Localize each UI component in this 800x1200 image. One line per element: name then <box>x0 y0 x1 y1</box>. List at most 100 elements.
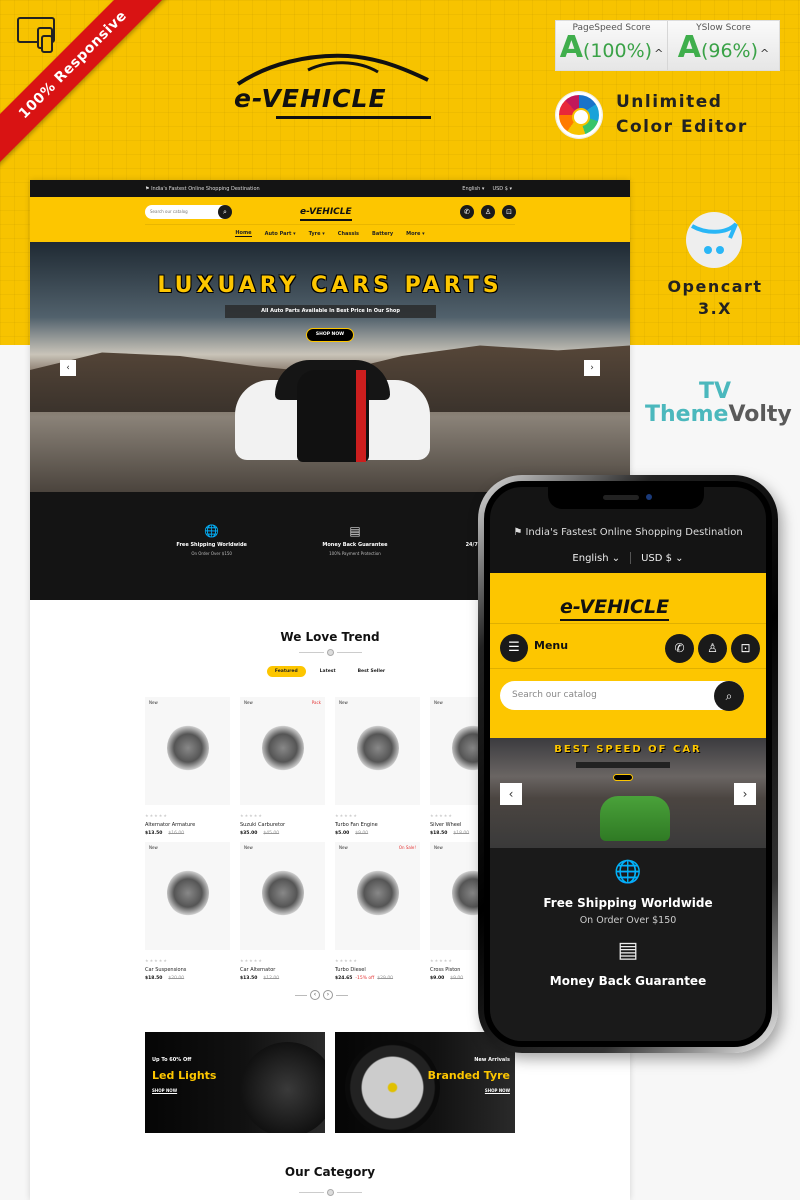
site-logo[interactable]: e-VEHICLE <box>300 205 352 221</box>
bag-icon: ⊡ <box>740 641 751 655</box>
vendor-name-b: Volty <box>728 402 792 427</box>
product-tag: On Sale! <box>398 845 416 850</box>
mobile-logo[interactable]: e-VEHICLE <box>560 595 670 621</box>
mobile-currency-select[interactable]: USD $ ⌄ <box>641 553 683 564</box>
auto-part-image <box>167 725 209 771</box>
slider-next-button[interactable]: › <box>584 360 600 376</box>
new-badge: New <box>149 845 158 850</box>
green-car-image <box>600 796 670 841</box>
product-name[interactable]: Suzuki Carburetor <box>240 822 325 828</box>
caret-up-icon: ^ <box>760 47 770 60</box>
mobile-language-select[interactable]: English ⌄ <box>572 553 620 564</box>
nav-auto-part[interactable]: Auto Part ▾ <box>265 231 296 237</box>
product-image[interactable]: New On Sale! <box>335 842 420 950</box>
platform-version: 3.X <box>697 299 733 318</box>
hero-title: LUXUARY CARS PARTS <box>157 273 503 298</box>
banner-kicker: Up To 60% Off <box>152 1057 192 1063</box>
product-name[interactable]: Turbo Fan Engine <box>335 822 420 828</box>
tab-featured[interactable]: Featured <box>266 666 306 677</box>
nav-battery[interactable]: Battery <box>372 231 393 237</box>
language-select[interactable]: English ▾ <box>462 186 484 192</box>
rating-stars: ★★★★★ <box>240 958 263 963</box>
mobile-slider-next[interactable]: › <box>734 783 756 805</box>
nav-home[interactable]: Home <box>235 230 252 237</box>
product-image[interactable]: New <box>145 697 230 805</box>
pager-next-button[interactable]: › <box>323 990 333 1000</box>
product-image[interactable]: New <box>145 842 230 950</box>
nav-tyre[interactable]: Tyre ▾ <box>309 231 325 237</box>
cart-button[interactable]: ⊡ <box>502 205 516 219</box>
product-card[interactable]: New ★★★★★ Alternator Armature $13.50 $16.00 <box>145 697 230 836</box>
old-price: $12.00 <box>263 976 280 981</box>
feature-title: Free Shipping Worldwide <box>176 542 247 548</box>
currency-select[interactable]: USD $ ▾ <box>492 186 512 192</box>
product-name[interactable]: Car Alternator <box>240 967 325 973</box>
product-name[interactable]: Car Suspensions <box>145 967 230 973</box>
product-name[interactable]: Alternator Armature <box>145 822 230 828</box>
product-card[interactable]: New ★★★★★ Car Alternator $13.50 $12.00 <box>240 842 325 981</box>
rating-stars: ★★★★★ <box>240 813 263 818</box>
current-price: $9.00 <box>430 976 445 981</box>
banner-branded-tyre[interactable]: New Arrivals Branded Tyre SHOP NOW <box>335 1032 515 1133</box>
nav-more[interactable]: More ▾ <box>406 231 425 237</box>
tab-latest[interactable]: Latest <box>312 666 344 677</box>
phone-button[interactable]: ✆ <box>460 205 474 219</box>
product-price: $18.50 $20.00 <box>145 976 230 981</box>
category-title: Our Category <box>284 1165 376 1179</box>
phone-icon: ✆ <box>674 641 685 655</box>
product-name[interactable]: Turbo Diesel <box>335 967 420 973</box>
feature-item: ▤ Money Back Guarantee 100% Payment Prot… <box>295 524 415 600</box>
account-button[interactable]: ♙ <box>481 205 495 219</box>
auto-part-image <box>357 870 399 916</box>
auto-part-image <box>167 870 209 916</box>
product-card[interactable]: New ★★★★★ Turbo Fan Engine $5.00 $9.00 <box>335 697 420 836</box>
banner-shop-now-link[interactable]: SHOP NOW <box>428 1088 510 1093</box>
color-editor-line: Unlimited <box>616 92 723 112</box>
pager-prev-button[interactable]: ‹ <box>310 990 320 1000</box>
mobile-screen: ⚑ India's Fastest Online Shopping Destin… <box>484 481 772 1047</box>
mobile-phone-button[interactable]: ✆ <box>665 634 694 663</box>
banner-led-lights[interactable]: Up To 60% Off Led Lights SHOP NOW <box>145 1032 325 1133</box>
color-editor-text: Unlimited Color Editor <box>616 90 748 140</box>
mobile-shop-now-button[interactable] <box>613 774 633 781</box>
new-badge: New <box>434 845 443 850</box>
menu-button[interactable]: ☰ <box>500 634 528 662</box>
product-price: $5.00 $9.00 <box>335 831 420 836</box>
product-card[interactable]: New Pack ★★★★★ Suzuki Carburetor $35.00 $45.0… <box>240 697 325 836</box>
shop-now-button[interactable]: SHOP NOW <box>306 328 354 342</box>
sports-car-image <box>235 360 430 468</box>
camera-icon <box>646 494 652 500</box>
hero-subtitle: All Auto Parts Available In Best Price I… <box>225 305 436 318</box>
menu-label[interactable]: Menu <box>534 639 568 652</box>
rating-stars: ★★★★★ <box>335 958 358 963</box>
mobile-search-button[interactable]: ⌕ <box>714 681 744 711</box>
score-value: (100%) <box>582 40 653 62</box>
banner-kicker: New Arrivals <box>474 1057 510 1063</box>
mobile-cart-button[interactable]: ⊡ <box>731 634 760 663</box>
product-image[interactable]: New <box>240 842 325 950</box>
hero-slider: LUXUARY CARS PARTS All Auto Parts Availa… <box>30 242 630 492</box>
mobile-features: 🌐 Free Shipping Worldwide On Order Over … <box>490 848 766 1041</box>
mobile-slider-prev[interactable]: ‹ <box>500 783 522 805</box>
search-button[interactable]: ⌕ <box>218 205 232 219</box>
mobile-account-button[interactable]: ♙ <box>698 634 727 663</box>
section-divider <box>30 1189 630 1196</box>
tab-best-seller[interactable]: Best Seller <box>350 666 394 677</box>
slider-prev-button[interactable]: ‹ <box>60 360 76 376</box>
chevron-right-icon: › <box>742 787 748 801</box>
product-image[interactable]: New Pack <box>240 697 325 805</box>
site-header: Search our catalog ⌕ e-VEHICLE ✆ ♙ ⊡ Hom… <box>30 197 630 242</box>
banner-shop-now-link[interactable]: SHOP NOW <box>152 1088 216 1093</box>
product-card[interactable]: New ★★★★★ Car Suspensions $18.50 $20.00 <box>145 842 230 981</box>
mobile-hero-subtitle <box>576 762 670 768</box>
platform-name: Opencart <box>667 277 763 296</box>
nav-chassis[interactable]: Chassis <box>338 231 359 237</box>
score-grade: A <box>559 30 583 65</box>
mobile-search-input[interactable]: Search our catalog <box>500 681 744 710</box>
product-card[interactable]: New On Sale! ★★★★★ Turbo Diesel $24.65 -15% o… <box>335 842 420 981</box>
product-image[interactable]: New <box>335 697 420 805</box>
rating-stars: ★★★★★ <box>335 813 358 818</box>
feature-item: 🌐 Free Shipping Worldwide On Order Over … <box>152 524 272 600</box>
current-price: $18.50 <box>430 831 448 836</box>
top-bar-message: ⚑ India's Fastest Online Shopping Destin… <box>145 185 260 192</box>
